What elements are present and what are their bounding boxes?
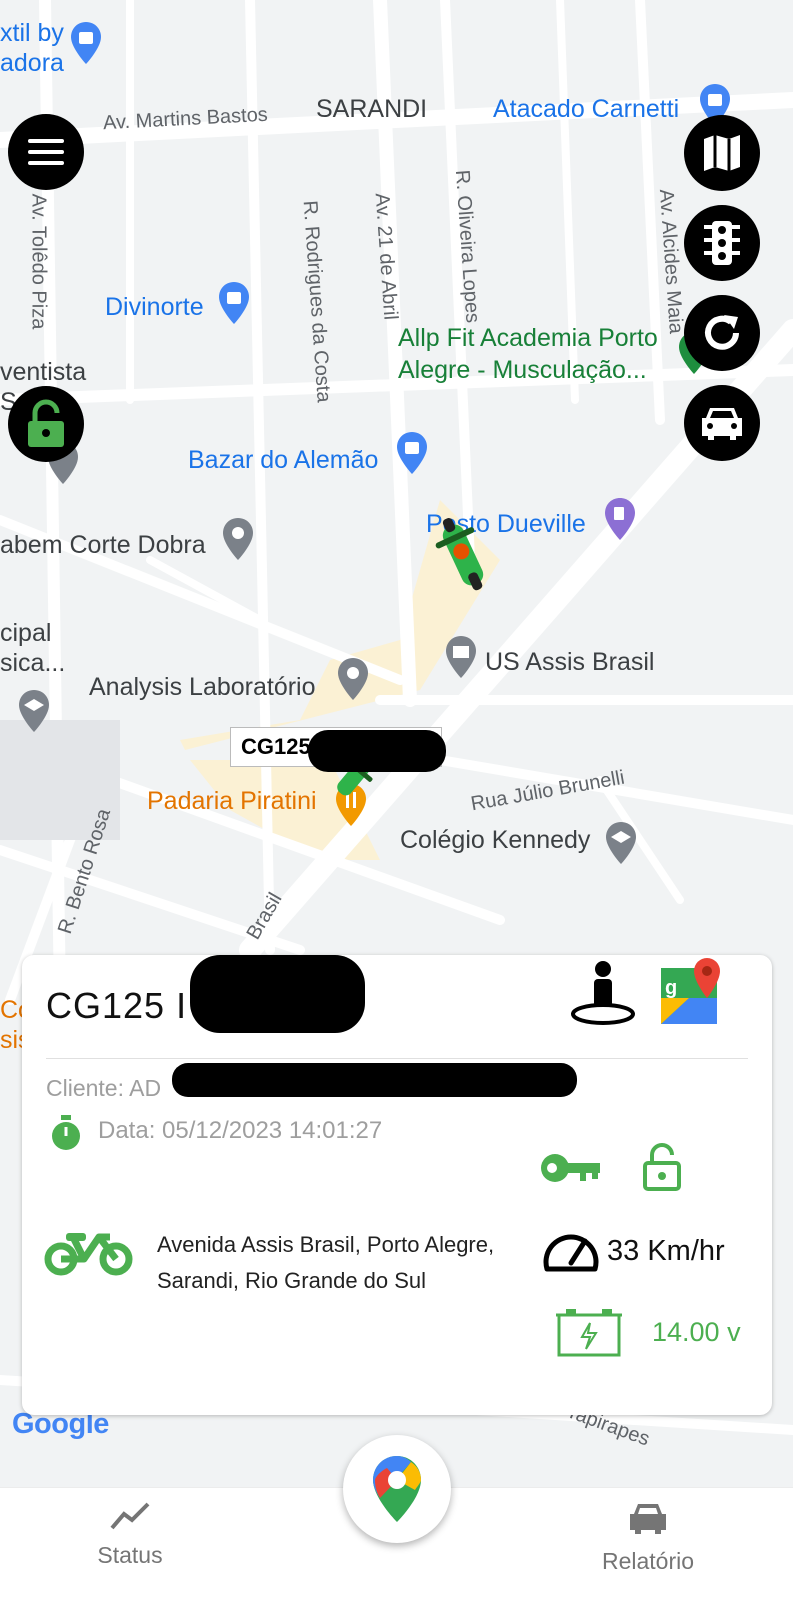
ignition-key-icon	[541, 1154, 600, 1182]
poi-colegio-kennedy[interactable]: Colégio Kennedy	[400, 826, 590, 855]
trending-chart-icon	[110, 1502, 150, 1530]
google-maps-icon[interactable]: g	[659, 958, 723, 1024]
vehicle-speed: 33 Km/hr	[607, 1235, 725, 1267]
vehicles-button[interactable]	[684, 385, 760, 461]
google-maps-pin-icon	[373, 1456, 421, 1522]
refresh-button[interactable]	[684, 295, 760, 371]
lock-button[interactable]	[8, 386, 84, 462]
nav-status-label: Status	[97, 1542, 163, 1568]
redaction	[308, 730, 446, 772]
vehicle-info-card[interactable]: CG125 I g Cliente: AD Data: 05/12/2023 1…	[22, 955, 772, 1415]
poi-municipal[interactable]: cipal sica...	[0, 618, 65, 678]
poi-corte-dobra[interactable]: abem Corte Dobra	[0, 531, 206, 560]
poi-allp-fit[interactable]: Allp Fit Academia Porto Alegre - Muscula…	[398, 322, 658, 386]
place-pin-icon	[338, 658, 368, 700]
map-icon	[704, 135, 740, 171]
place-pin-icon	[223, 518, 253, 560]
nav-status[interactable]: Status	[50, 1502, 210, 1569]
speedometer-icon	[543, 1234, 599, 1272]
car-icon	[702, 408, 742, 440]
government-pin-icon	[446, 636, 476, 678]
lock-open-icon	[28, 399, 64, 447]
menu-icon	[28, 139, 64, 165]
poi-textil[interactable]: xtil by adora	[0, 18, 64, 78]
redaction	[172, 1063, 577, 1097]
card-divider	[46, 1058, 748, 1059]
stopwatch-icon	[52, 1115, 80, 1150]
map-type-button[interactable]	[684, 115, 760, 191]
traffic-light-icon	[704, 221, 740, 265]
poi-bazar-do-alemao[interactable]: Bazar do Alemão	[188, 446, 378, 475]
neighborhood-label: SARANDI	[316, 95, 428, 123]
nav-report[interactable]: Relatório	[568, 1502, 728, 1575]
school-pin-icon	[606, 822, 636, 864]
menu-button[interactable]	[8, 114, 84, 190]
battery-icon	[556, 1309, 622, 1357]
google-maps-button[interactable]	[343, 1435, 451, 1543]
fuel-pin-icon	[605, 498, 635, 540]
battery-voltage: 14.00 v	[652, 1317, 741, 1347]
poi-analysis-laboratorio[interactable]: Analysis Laboratório	[89, 673, 316, 702]
traffic-button[interactable]	[684, 205, 760, 281]
street-label-toledo-piza: Av. Tolêdo Piza	[27, 193, 50, 330]
refresh-icon	[705, 315, 739, 350]
lock-open-status-icon	[643, 1143, 681, 1191]
poi-padaria-piratini[interactable]: Padaria Piratini	[147, 787, 317, 816]
vehicle-address: Avenida Assis Brasil, Porto Alegre, Sara…	[157, 1232, 495, 1293]
nav-report-label: Relatório	[601, 1548, 695, 1574]
client-name: Cliente: AD	[46, 1075, 162, 1101]
redaction	[190, 955, 365, 1033]
vehicle-title: CG125 I	[46, 985, 188, 1026]
svg-text:g: g	[665, 977, 677, 999]
poi-us-assis-brasil[interactable]: US Assis Brasil	[485, 648, 654, 677]
school-pin-icon	[19, 690, 49, 732]
last-update-date: Data: 05/12/2023 14:01:27	[98, 1117, 383, 1144]
poi-atacado-carnetti[interactable]: Atacado Carnetti	[493, 95, 679, 124]
shopping-pin-icon	[71, 22, 101, 64]
shopping-pin-icon	[397, 432, 427, 474]
motorcycle-icon	[44, 1233, 133, 1276]
street-view-icon[interactable]	[570, 960, 636, 1026]
car-icon	[630, 1504, 666, 1534]
shopping-pin-icon	[219, 282, 249, 324]
poi-divinorte[interactable]: Divinorte	[105, 293, 204, 322]
